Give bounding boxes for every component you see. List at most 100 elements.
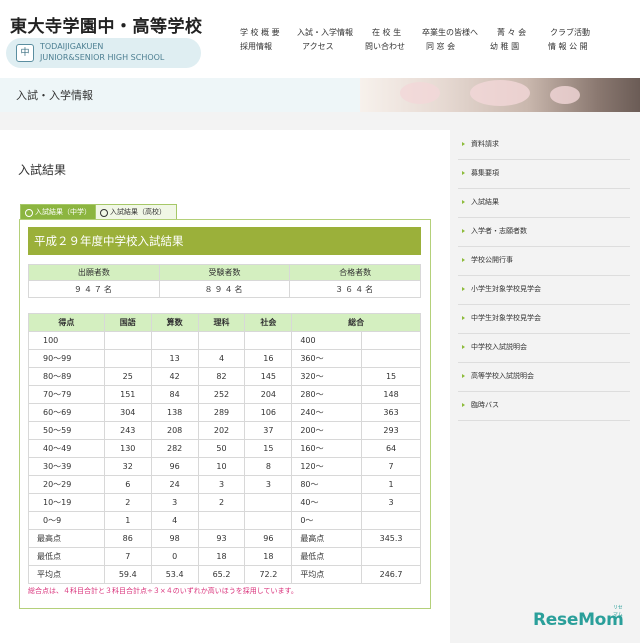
table-cell: 3 [244,475,293,494]
nav-item-contact[interactable]: 問い合わせ [365,41,405,52]
applicants-value: ９４７名 [28,280,160,298]
score-header: 得点 [28,313,105,332]
table-cell: 60〜69 [28,403,105,422]
table-cell: 160〜 [291,439,363,458]
school-logo-title[interactable]: 東大寺学園中・高等学校 [10,12,203,37]
table-cell: 50 [197,439,246,458]
table-cell: 15 [361,367,421,386]
scoring-note: 総合点は、４科目合計と３科目合計点÷３×４のいずれか高いほうを採用しています。 [28,587,298,595]
table-cell: 最高点 [28,529,105,548]
sidebar-item-results[interactable]: 入試結果 [458,188,630,218]
sidebar-item-junior-tour[interactable]: 中学生対象学校見学会 [458,304,630,334]
school-logo-badge[interactable]: 中 TODAIJIGAKUEN JUNIOR&SENIOR HIGH SCHOO… [6,38,201,68]
sidebar-item-open-events[interactable]: 学校公開行事 [458,246,630,276]
table-cell: 32 [103,457,152,476]
table-cell: 200〜 [291,421,363,440]
table-row: 60〜69 304 138 289 106 240〜 363 [28,403,421,422]
section-banner: 入試・入学情報 [0,78,640,112]
nav-item-disclosure[interactable]: 情 報 公 開 [548,41,588,52]
nav-item-seiseikai[interactable]: 菁 々 会 [497,27,526,38]
table-cell: 25 [103,367,152,386]
tab-bullet-icon [25,209,33,217]
table-cell: 93 [197,529,246,548]
table-cell: 145 [244,367,293,386]
table-cell: 151 [103,385,152,404]
table-cell: 138 [150,403,199,422]
resemom-watermark: ReseMom リセマム [533,605,624,630]
sidebar-item-applicant-count[interactable]: 入学者・志願者数 [458,217,630,247]
sidebar-item-senior-briefing[interactable]: 高等学校入試説明会 [458,362,630,392]
table-cell: 1 [103,511,152,530]
arrow-right-icon [462,286,465,291]
table-cell: 100 [28,331,105,350]
tab-senior-results[interactable]: 入試結果（高校） [95,204,177,220]
sidebar-item-special-bus[interactable]: 臨時バス [458,391,630,421]
table-cell: 65.2 [197,565,246,584]
table-cell: 18 [244,547,293,566]
table-cell: 20〜29 [28,475,105,494]
results-panel: 平成２９年度中学校入試結果 出願者数 受験者数 合格者数 ９４７名 ８９４名 ３… [19,219,431,609]
table-cell: 42 [150,367,199,386]
table-cell: 30〜39 [28,457,105,476]
table-cell: 59.4 [103,565,152,584]
table-cell: 0 [150,547,199,566]
table-cell [361,349,421,368]
table-cell: 320〜 [291,367,363,386]
table-cell: 3 [197,475,246,494]
table-cell: 24 [150,475,199,494]
table-cell: 86 [103,529,152,548]
table-cell: 53.4 [150,565,199,584]
nav-item-alumni-assoc[interactable]: 同 窓 会 [426,41,455,52]
table-cell: 平均点 [291,565,363,584]
applicants-table: 出願者数 受験者数 合格者数 ９４７名 ８９４名 ３６４名 [28,264,421,298]
table-cell: 80〜89 [28,367,105,386]
arrow-right-icon [462,257,465,262]
banner-photo [360,78,640,112]
table-cell [361,511,421,530]
table-cell: 400 [291,331,363,350]
sidebar-item-guidelines[interactable]: 募集要項 [458,159,630,189]
table-cell: 7 [103,547,152,566]
table-cell: 18 [197,547,246,566]
nav-item-admission[interactable]: 入試・入学情報 [297,27,353,38]
table-cell: 4 [150,511,199,530]
sidebar-item-elementary-tour[interactable]: 小学生対象学校見学会 [458,275,630,305]
nav-item-alumni[interactable]: 卒業生の皆様へ [422,27,478,38]
nav-item-students[interactable]: 在 校 生 [372,27,401,38]
table-cell: 13 [150,349,199,368]
table-row: 90〜99 13 4 16 360〜 [28,349,421,368]
applicants-header: 出願者数 [28,264,160,281]
table-cell: 82 [197,367,246,386]
table-cell: 148 [361,385,421,404]
arrow-right-icon [462,373,465,378]
nav-item-recruit[interactable]: 採用情報 [240,41,272,52]
sidebar-item-request-materials[interactable]: 資料請求 [458,130,630,160]
table-cell: 72.2 [244,565,293,584]
table-row: 10〜19 2 3 2 40〜 3 [28,493,421,512]
school-english-name: TODAIJIGAKUEN JUNIOR&SENIOR HIGH SCHOOL [40,42,165,62]
table-cell: 246.7 [361,565,421,584]
nav-item-access[interactable]: アクセス [302,41,334,52]
table-cell: 289 [197,403,246,422]
table-cell: 130 [103,439,152,458]
passers-value: ３６４名 [289,280,421,298]
sidebar-item-junior-briefing[interactable]: 中学校入試説明会 [458,333,630,363]
table-row: 100 400 [28,331,421,350]
table-cell: 最低点 [291,547,363,566]
passers-header: 合格者数 [289,264,421,281]
table-cell: 345.3 [361,529,421,548]
nav-item-clubs[interactable]: クラブ活動 [550,27,590,38]
examinees-header: 受験者数 [158,264,291,281]
nav-item-about[interactable]: 学 校 概 要 [240,27,280,38]
table-cell: 15 [244,439,293,458]
table-cell: 40〜 [291,493,363,512]
table-cell: 304 [103,403,152,422]
nav-item-kindergarten[interactable]: 幼 稚 園 [490,41,519,52]
table-cell: 40〜49 [28,439,105,458]
arrow-right-icon [462,228,465,233]
table-cell: 7 [361,457,421,476]
table-row: 平均点 59.4 53.4 65.2 72.2 平均点 246.7 [28,565,421,584]
table-cell [150,331,199,350]
table-row: 最高点 86 98 93 96 最高点 345.3 [28,529,421,548]
tab-bullet-icon [100,209,108,217]
